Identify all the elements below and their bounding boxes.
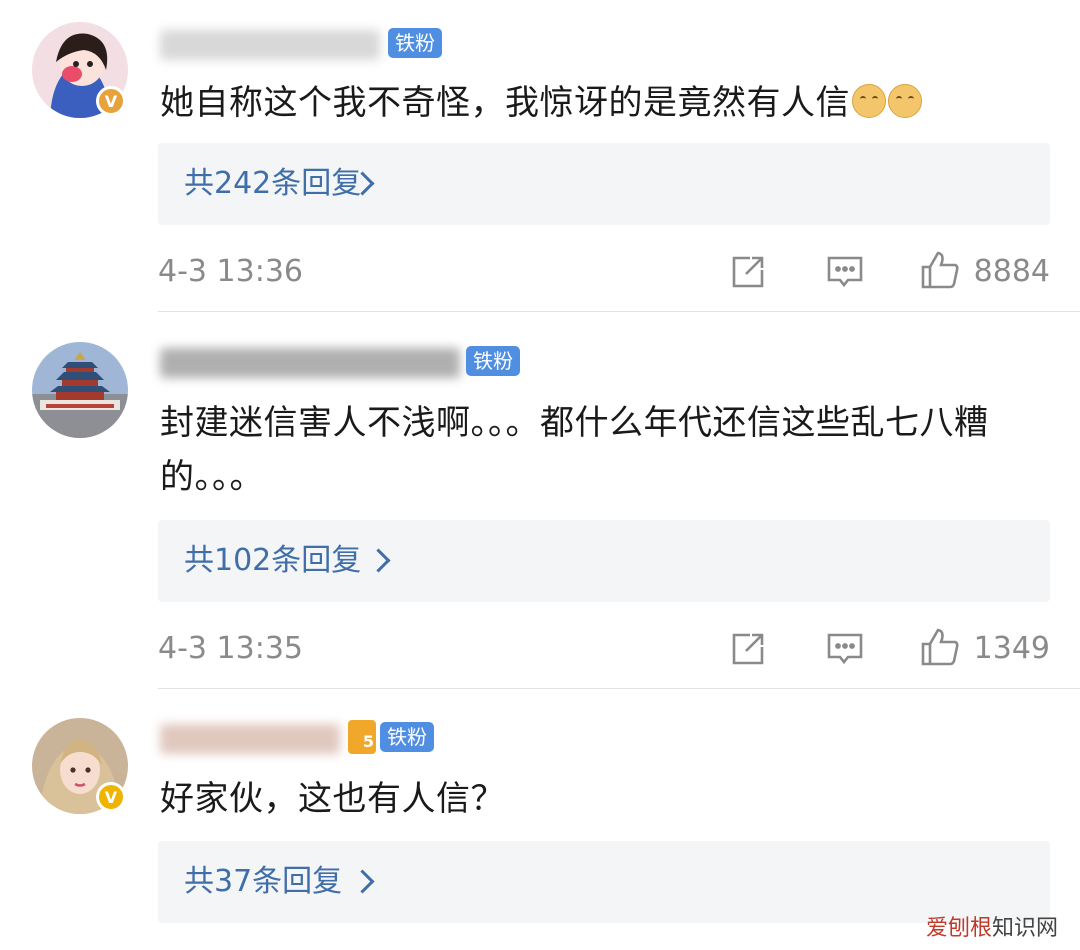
divider [158, 688, 1080, 689]
comment-text: 好家伙，这也有人信？ [160, 779, 505, 819]
thumbs-up-icon[interactable] [920, 250, 960, 294]
comment-meta: 4-3 13:35 1349 [158, 625, 1050, 675]
username-row[interactable]: 铁粉 [160, 26, 480, 66]
timestamp: 4-3 13:35 [158, 631, 303, 666]
fan-badge[interactable]: 铁粉 [388, 28, 442, 58]
comment-meta: 4-3 13:36 8884 [158, 248, 1050, 298]
username-blurred [160, 724, 340, 754]
share-icon[interactable] [730, 631, 766, 671]
watermark: 爱刨根知识网 [925, 916, 1058, 941]
doge-icon [852, 84, 886, 118]
replies-count: 共37条回复 [184, 864, 343, 899]
divider [158, 311, 1080, 312]
chevron-right-icon [350, 869, 375, 894]
like-count: 8884 [973, 254, 1050, 289]
comment-icon[interactable] [826, 631, 864, 671]
fan-badge[interactable]: 铁粉 [466, 346, 520, 376]
like-count: 1349 [973, 631, 1050, 666]
replies-link[interactable]: 共37条回复 [158, 841, 1050, 923]
timestamp: 4-3 13:36 [158, 254, 303, 289]
level-badge: 5 [348, 720, 376, 754]
replies-count: 共242条回复 [184, 166, 362, 201]
username-blurred [160, 30, 380, 60]
verified-badge-icon: V [96, 782, 126, 812]
comment-text: 封建迷信害人不浅啊。。。都什么年代还信这些乱七八糟的。。。 [160, 403, 989, 497]
verified-badge-icon: V [96, 86, 126, 116]
replies-link[interactable]: 共242条回复 [158, 143, 1050, 225]
replies-count: 共102条回复 [184, 543, 362, 578]
replies-link[interactable]: 共102条回复 [158, 520, 1050, 602]
username-row[interactable]: 铁粉 [160, 344, 540, 384]
share-icon[interactable] [730, 254, 766, 294]
fan-badge[interactable]: 铁粉 [380, 722, 434, 752]
username-blurred [160, 348, 460, 378]
comment-text-content: 她自称这个我不奇怪，我惊讶的是竟然有人信 [160, 83, 850, 123]
thumbs-up-icon[interactable] [920, 627, 960, 671]
comment-icon[interactable] [826, 254, 864, 294]
chevron-right-icon [366, 548, 391, 573]
username-row[interactable]: 5 铁粉 [160, 720, 450, 760]
avatar[interactable] [32, 342, 128, 438]
doge-icon [888, 84, 922, 118]
comment-text: 她自称这个我不奇怪，我惊讶的是竟然有人信 [160, 76, 1050, 130]
